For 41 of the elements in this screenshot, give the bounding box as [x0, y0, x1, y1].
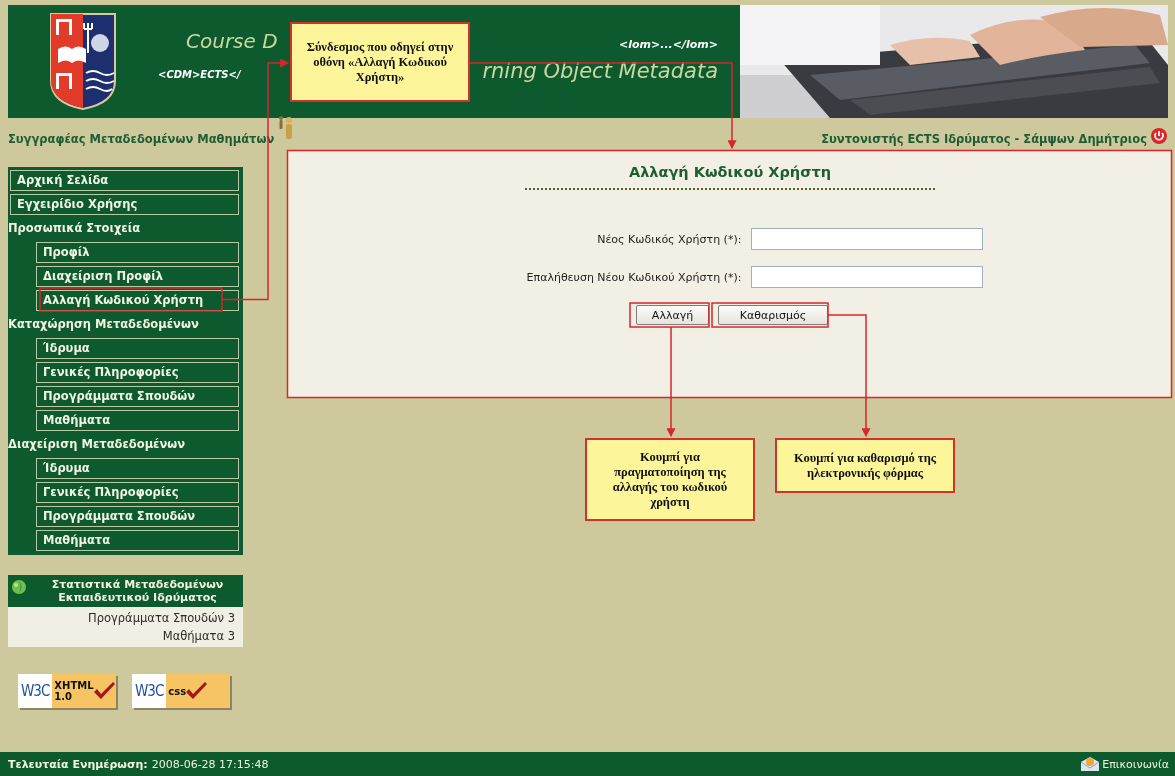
- site-title: Course D: [186, 29, 278, 53]
- menu-link[interactable]: Αρχική Σελίδα: [10, 170, 239, 191]
- menu-link[interactable]: Γενικές Πληροφορίες: [36, 482, 239, 503]
- user-name: Συντονιστής ECTS Ιδρύματος - Σάμψων Δημήτριος: [821, 132, 1147, 146]
- site-subtitle: rning Object Metadata: [482, 59, 718, 83]
- callout-note: Κουμπί για καθαρισμό της ηλεκτρονικής φόρμας: [775, 438, 955, 493]
- tag-text: <CDM>ECTS</: [158, 69, 241, 80]
- callout-note: Κουμπί για πραγματοποίηση της αλλαγής του κωδικού χρήστη: [585, 438, 755, 521]
- form-button[interactable]: Αλλαγή: [636, 305, 709, 325]
- badge-logo-text: W3C: [20, 682, 51, 700]
- field-label: Επαλήθευση Νέου Κωδικού Χρήστη (*):: [526, 270, 742, 284]
- form-title: Αλλαγή Κωδικού Χρήστη: [628, 164, 832, 180]
- menu-heading: Προσωπικά Στοιχεία: [8, 220, 141, 237]
- menu-link[interactable]: Προγράμματα Σπουδών: [36, 506, 239, 527]
- menu-link[interactable]: Προγράμματα Σπουδών: [36, 386, 239, 407]
- stats-title: Στατιστικά Μεταδεδομένων Εκπαιδευτικού Ιδρύματος: [50, 578, 225, 604]
- menu-link[interactable]: Γενικές Πληροφορίες: [36, 362, 239, 383]
- last-update-label: Τελευταία Ενημέρωση:: [8, 757, 148, 771]
- menu-link[interactable]: Ίδρυμα: [36, 338, 239, 359]
- menu-link[interactable]: Μαθήματα: [36, 530, 239, 551]
- stats-count: Μαθήματα 3: [162, 628, 235, 645]
- menu-link[interactable]: Ίδρυμα: [36, 458, 239, 479]
- menu-link[interactable]: Εγχειρίδιο Χρήσης: [10, 194, 239, 215]
- contact-link[interactable]: Επικοινωνία: [1102, 757, 1169, 771]
- callout-note: Σύνδεσμος που οδηγεί στην οθόνη «Αλλαγή Κωδικού Χρήστη»: [290, 22, 470, 102]
- menu-link[interactable]: Αλλαγή Κωδικού Χρήστη: [36, 290, 239, 311]
- badge-text: 1.0: [54, 691, 74, 702]
- menu-link[interactable]: Διαχείριση Προφίλ: [36, 266, 239, 287]
- field-label: Νέος Κωδικός Χρήστη (*):: [597, 232, 742, 246]
- tag-text: <lom>...</lom>: [619, 38, 718, 51]
- validator-badge[interactable]: W3C css: [132, 674, 230, 708]
- form-button[interactable]: Καθαρισμός: [718, 305, 828, 325]
- menu-link[interactable]: Προφίλ: [36, 242, 239, 263]
- badge-text: XHTML: [54, 680, 94, 691]
- menu-link[interactable]: Μαθήματα: [36, 410, 239, 431]
- badge-logo-text: W3C: [134, 682, 165, 700]
- badge-text: css: [168, 685, 187, 697]
- menu-heading: Διαχείριση Μεταδεδομένων: [8, 436, 186, 453]
- stats-count: Προγράμματα Σπουδών 3: [88, 610, 235, 627]
- last-update-time: 2008-06-28 17:15:48: [151, 757, 269, 771]
- menu-heading: Καταχώρηση Μεταδεδομένων: [8, 316, 199, 333]
